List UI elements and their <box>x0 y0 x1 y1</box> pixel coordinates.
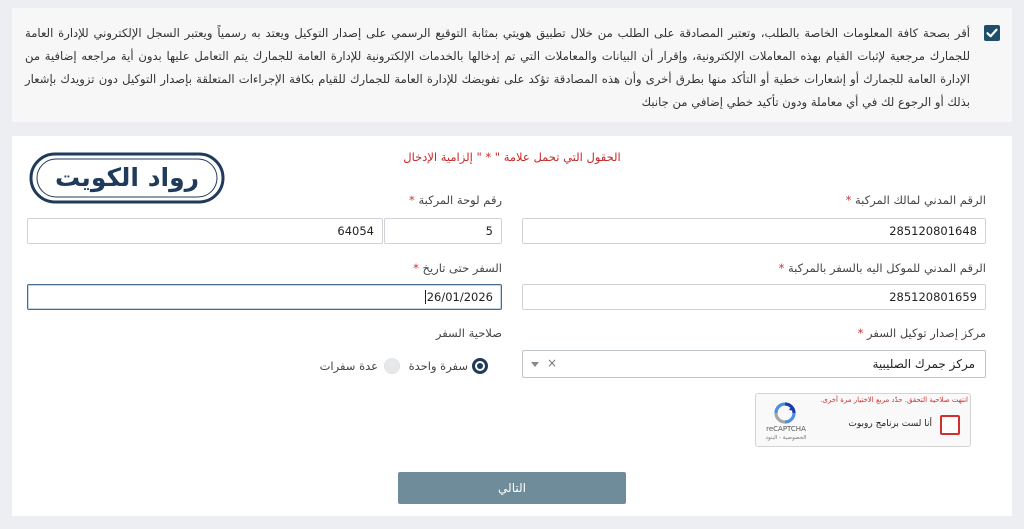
recaptcha-checkbox[interactable] <box>940 415 960 435</box>
clear-selection-icon[interactable]: × <box>547 356 557 370</box>
recaptcha-terms-link[interactable]: الخصوصية - البنود <box>762 435 810 441</box>
radio-single-trip[interactable] <box>472 358 488 374</box>
recaptcha-label: أنا لست برنامج روبوت <box>848 419 932 429</box>
issue-center-label: مركز إصدار توكيل السفر * <box>857 326 986 340</box>
radio-multiple-trips[interactable] <box>384 358 400 374</box>
travel-validity-label: صلاحية السفر <box>435 326 502 340</box>
consent-panel: أقر بصحة كافة المعلومات الخاصة بالطلب، و… <box>12 8 1012 122</box>
agent-civil-id-input[interactable]: 285120801659 <box>522 284 986 310</box>
recaptcha-expired-message: انتهت صلاحية التحقق. حدّد مربع الاختيار … <box>820 396 968 404</box>
plate-number-part2-input[interactable]: 64054 <box>27 218 383 244</box>
consent-text: أقر بصحة كافة المعلومات الخاصة بالطلب، و… <box>25 26 970 109</box>
owner-civil-id-input[interactable]: 285120801648 <box>522 218 986 244</box>
travel-until-date-input[interactable]: 26/01/2026 <box>27 284 502 310</box>
consent-checkbox[interactable] <box>984 25 1000 41</box>
required-fields-note: الحقول التي تحمل علامة " * " إلزامية الإ… <box>403 150 621 164</box>
travel-until-label: السفر حتى تاريخ * <box>413 261 502 275</box>
form-panel: الحقول التي تحمل علامة " * " إلزامية الإ… <box>12 136 1012 516</box>
owner-civil-id-label: الرقم المدني لمالك المركبة * <box>845 193 986 207</box>
issue-center-select[interactable]: مركز جمرك الصليبية × <box>522 350 986 378</box>
radio-single-trip-label: سفرة واحدة <box>408 359 468 373</box>
check-icon <box>986 28 998 38</box>
plate-number-part1-input[interactable]: 5 <box>384 218 502 244</box>
agent-civil-id-label: الرقم المدني للموكل اليه بالسفر بالمركبة… <box>778 261 986 275</box>
rowad-kuwait-logo: رواد الكويت <box>28 151 226 205</box>
plate-number-label: رقم لوحة المركبة * <box>409 193 502 207</box>
chevron-down-icon[interactable] <box>531 362 539 367</box>
next-button[interactable]: التالي <box>398 472 626 504</box>
logo-text: رواد الكويت <box>55 163 199 193</box>
issue-center-selected-value: مركز جمرك الصليبية <box>872 357 975 371</box>
recaptcha-logo-icon <box>774 402 796 424</box>
recaptcha-brand: reCAPTCHA <box>766 425 806 433</box>
radio-multiple-trips-label: عدة سفرات <box>319 359 378 373</box>
recaptcha-widget: انتهت صلاحية التحقق. حدّد مربع الاختيار … <box>755 393 971 447</box>
